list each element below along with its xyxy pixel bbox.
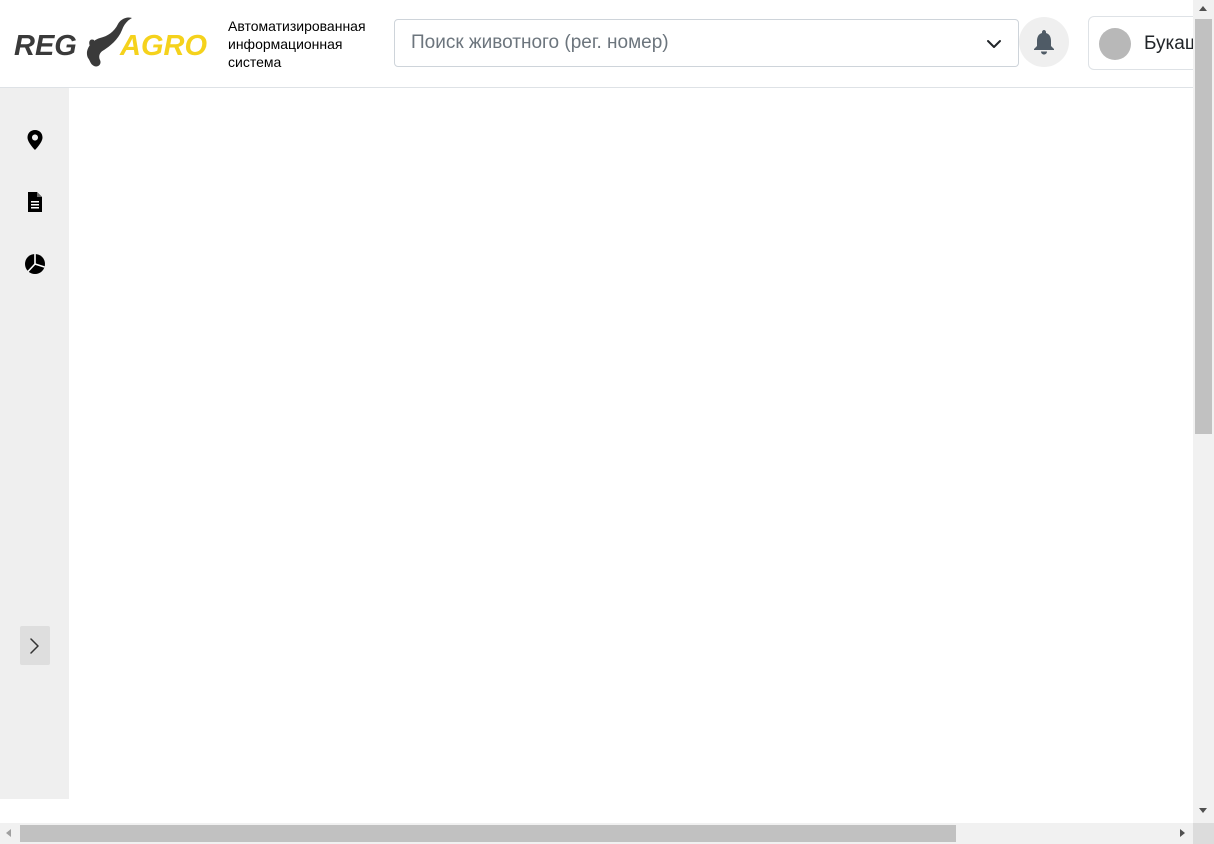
subtitle-line: информационная [228, 36, 343, 52]
scroll-left-icon[interactable] [6, 829, 11, 837]
animal-search-select[interactable] [394, 19, 1019, 67]
logo-mark-ear [89, 39, 95, 47]
vertical-scroll-thumb[interactable] [1195, 19, 1212, 434]
pie-chart-icon [25, 254, 45, 274]
main-content [69, 88, 1193, 799]
map-marker-icon [27, 130, 43, 150]
bell-icon [1034, 30, 1054, 55]
subtitle-line: Автоматизированная [228, 18, 366, 34]
notifications-button[interactable] [1019, 17, 1069, 67]
vertical-scrollbar[interactable] [1193, 0, 1214, 823]
system-subtitle: Автоматизированная информационная систем… [228, 17, 388, 71]
user-name: Букаш [1144, 33, 1201, 54]
scrollbar-corner [1193, 823, 1214, 844]
scroll-up-icon[interactable] [1199, 6, 1207, 11]
sidebar-item-map[interactable] [24, 129, 46, 151]
document-icon [28, 192, 42, 212]
horizontal-scrollbar[interactable] [0, 823, 1193, 844]
animal-search-input[interactable] [395, 20, 1018, 66]
scroll-right-icon[interactable] [1180, 829, 1185, 837]
horizontal-scroll-thumb[interactable] [20, 825, 956, 842]
chevron-down-icon[interactable] [986, 36, 1002, 52]
sidebar [0, 88, 69, 799]
logo-text-reg: REG [14, 30, 77, 62]
sidebar-expand-button[interactable] [20, 626, 50, 665]
logo-text-agro: AGRO [119, 30, 207, 62]
logo[interactable]: REG AGRO [14, 10, 212, 72]
scroll-down-icon[interactable] [1199, 808, 1207, 813]
subtitle-line: система [228, 54, 282, 70]
sidebar-item-documents[interactable] [24, 191, 46, 213]
app-root: REG AGRO Автоматизированная информационн… [0, 0, 1214, 844]
chevron-right-icon [30, 638, 39, 654]
top-header: REG AGRO Автоматизированная информационн… [0, 0, 1214, 88]
avatar [1099, 28, 1131, 60]
sidebar-item-reports[interactable] [24, 253, 46, 275]
